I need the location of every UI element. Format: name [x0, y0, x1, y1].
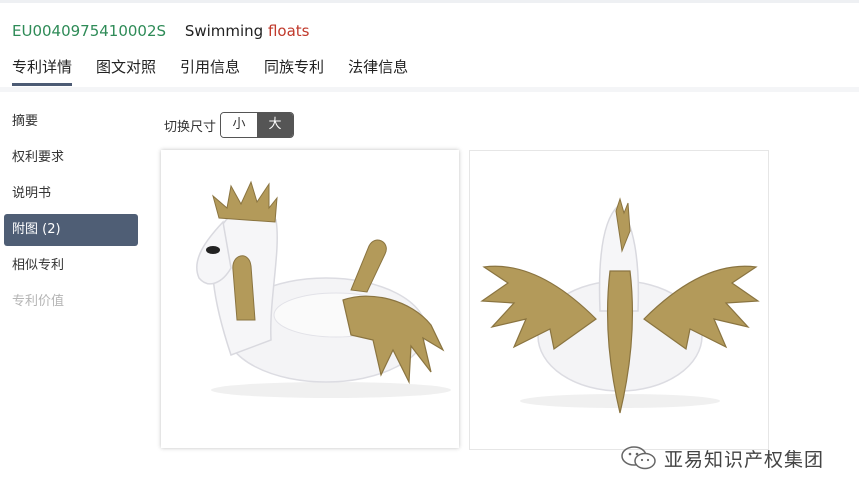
patent-title: Swimming floats: [185, 22, 310, 40]
sidebar-item-drawings[interactable]: 附图 (2): [4, 214, 138, 246]
sidebar-item-patent-value: 专利价值: [12, 294, 65, 309]
size-switch-label: 切换尺寸: [164, 119, 217, 135]
sidebar-item-abstract[interactable]: 摘要: [4, 106, 138, 138]
tabs-divider: [0, 87, 859, 92]
sidebar-item-claims[interactable]: 权利要求: [4, 142, 138, 174]
figure-2[interactable]: [469, 150, 769, 450]
patent-header: EU0040975410002S Swimming floats: [12, 22, 310, 40]
tab-image-text[interactable]: 图文对照: [96, 56, 156, 86]
size-small-button[interactable]: 小: [221, 113, 258, 137]
tab-family-patents[interactable]: 同族专利: [264, 56, 324, 86]
unicorn-float-side-view-image: [196, 180, 451, 398]
unicorn-float-back-view-image: [480, 197, 760, 414]
watermark: 亚易知识产权集团: [620, 444, 824, 472]
size-switch: 切换尺寸 小 大: [164, 112, 295, 138]
figure-1[interactable]: [161, 150, 459, 448]
sidebar: 摘要 权利要求 说明书 附图 (2) 相似专利 专利价值: [4, 106, 138, 322]
tab-legal-info[interactable]: 法律信息: [348, 56, 408, 86]
size-toggle: 小 大: [220, 112, 295, 138]
tab-bar: 专利详情 图文对照 引用信息 同族专利 法律信息: [12, 56, 432, 86]
sidebar-item-description[interactable]: 说明书: [4, 178, 138, 210]
patent-title-main: Swimming: [184, 22, 268, 40]
sidebar-item-similar-patents[interactable]: 相似专利: [4, 250, 138, 282]
patent-title-highlight: floats: [267, 22, 310, 40]
patent-id: EU0040975410002S: [12, 22, 167, 40]
tab-patent-details[interactable]: 专利详情: [12, 56, 73, 86]
wechat-icon: [621, 446, 656, 470]
top-border: [0, 0, 859, 3]
tab-citations[interactable]: 引用信息: [180, 56, 240, 86]
watermark-text: 亚易知识产权集团: [664, 448, 825, 471]
size-large-button[interactable]: 大: [257, 113, 294, 137]
